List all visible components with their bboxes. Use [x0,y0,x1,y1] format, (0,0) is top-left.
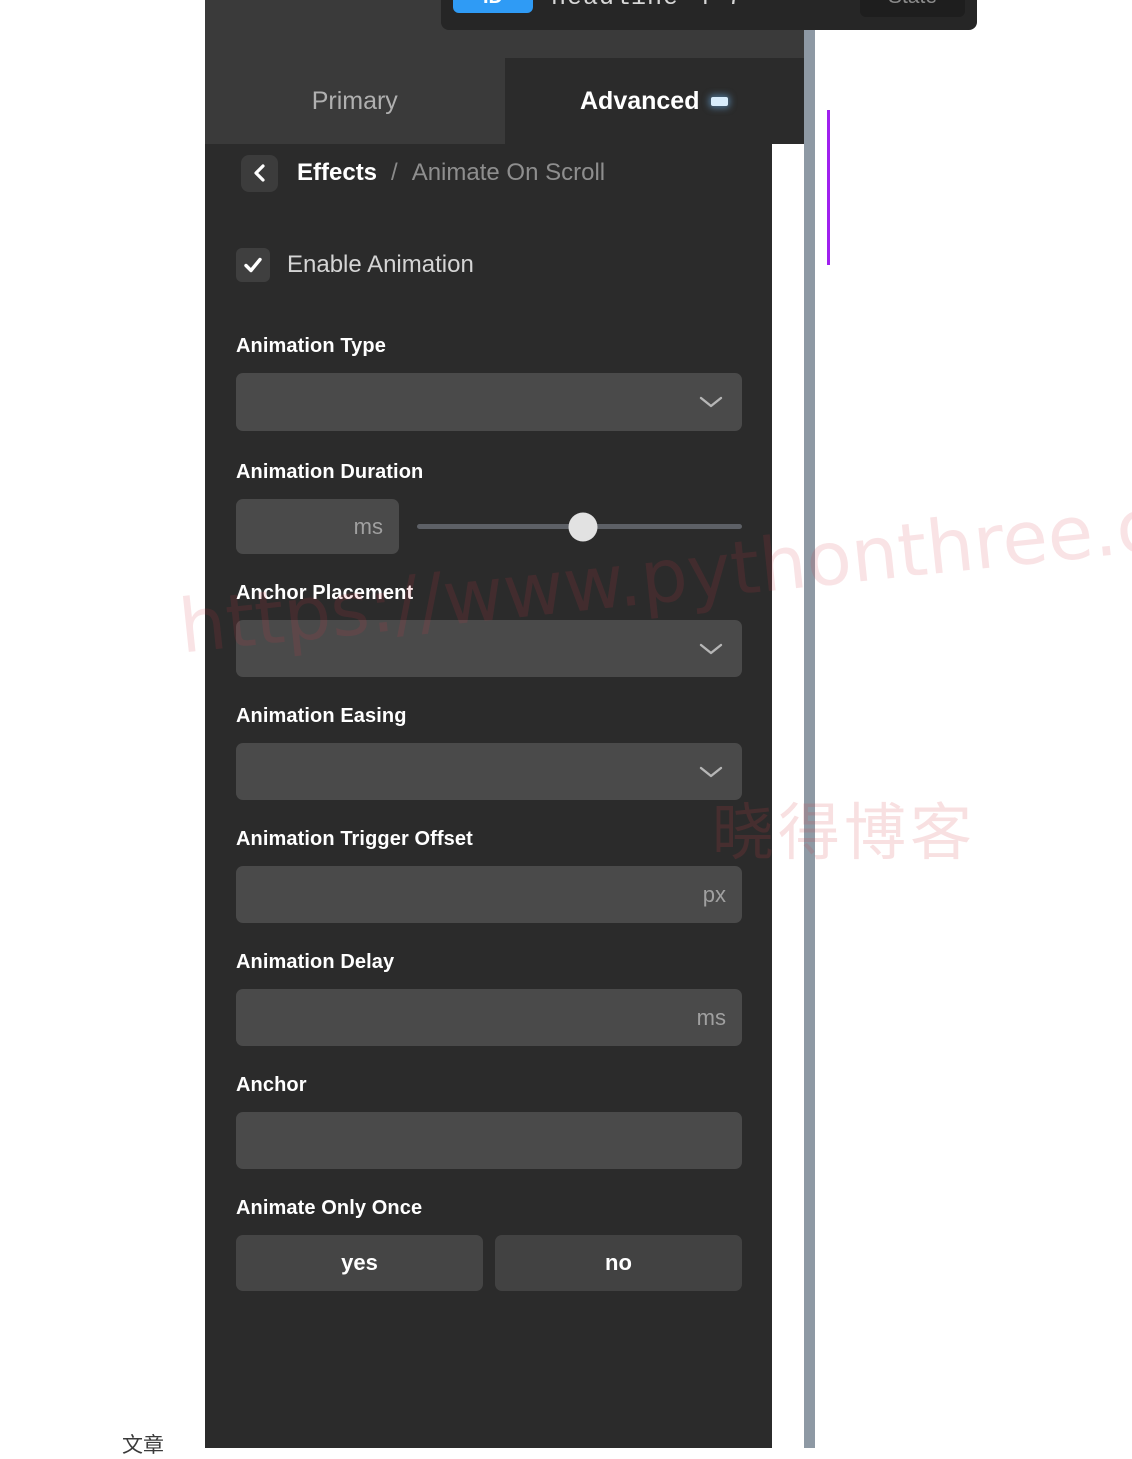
animate-only-once-choice-group: yes no [236,1235,742,1291]
field-animation-delay: Animation Delay ms [236,951,742,1046]
field-animation-trigger-offset: Animation Trigger Offset px [236,828,742,923]
canvas-left-gutter [0,0,205,1448]
animation-duration-label: Animation Duration [236,461,424,483]
animation-delay-label: Animation Delay [236,951,395,973]
animation-delay-input[interactable]: ms [236,989,742,1046]
animation-easing-label: Animation Easing [236,705,407,727]
animate-on-scroll-form: Enable Animation Animation Type Animatio… [236,248,742,1311]
animate-only-once-yes-button[interactable]: yes [236,1235,483,1291]
check-icon[interactable] [236,248,270,282]
widget-header-bar: ID headline 4 7 State [205,0,977,58]
animation-duration-row: ms [236,499,742,554]
field-animation-easing: Animation Easing [236,705,742,800]
animation-trigger-offset-unit: px [702,881,726,907]
field-anchor: Anchor [236,1074,742,1169]
field-animation-type: Animation Type [236,335,742,431]
settings-tabs: Primary Advanced [205,58,804,144]
animation-trigger-offset-input[interactable]: px [236,866,742,923]
anchor-placement-label: Anchor Placement [236,582,414,604]
advanced-indicator-badge [711,96,729,106]
animation-duration-input[interactable]: ms [236,499,399,554]
breadcrumb-current-animate-on-scroll: Animate On Scroll [411,159,606,186]
page-text-fragment: 文章 [122,1433,164,1457]
animation-easing-select[interactable] [236,743,742,800]
breadcrumb: Effects / Animate On Scroll [241,152,605,194]
chevron-down-icon [699,643,723,654]
chevron-down-icon [699,396,723,408]
chevron-down-icon [699,766,723,777]
widget-id-badge[interactable]: ID [453,0,533,13]
widget-title: headline 4 7 [551,0,743,12]
tab-primary-label: Primary [311,86,398,115]
widget-state-chip[interactable]: State [860,0,965,17]
animation-duration-unit: ms [353,513,383,539]
tab-advanced[interactable]: Advanced [504,58,804,144]
tab-advanced-label: Advanced [580,86,700,115]
anchor-input[interactable] [236,1112,742,1169]
breadcrumb-parent-effects[interactable]: Effects [297,159,377,187]
animation-type-label: Animation Type [236,335,386,357]
animation-type-select[interactable] [236,373,742,431]
widget-header-card[interactable]: ID headline 4 7 State [441,0,977,30]
animate-only-once-label: Animate Only Once [236,1197,423,1219]
anchor-placement-select[interactable] [236,620,742,677]
slider-thumb[interactable] [568,512,598,541]
field-animate-only-once: Animate Only Once yes no [236,1197,742,1291]
field-animation-duration: Animation Duration ms [236,461,742,554]
tab-primary[interactable]: Primary [205,58,505,144]
enable-animation-row[interactable]: Enable Animation [236,248,742,282]
editor-scrollbar[interactable] [804,0,815,1448]
animation-delay-unit: ms [696,1004,726,1030]
breadcrumb-separator: / [391,159,398,186]
anchor-label: Anchor [236,1074,307,1096]
animate-only-once-no-button[interactable]: no [495,1235,742,1291]
chevron-left-icon[interactable] [241,154,278,192]
field-anchor-placement: Anchor Placement [236,582,742,677]
canvas-content-page [772,144,802,1448]
animation-trigger-offset-label: Animation Trigger Offset [236,828,473,850]
animation-duration-slider[interactable] [417,512,742,542]
enable-animation-label: Enable Animation [287,251,474,278]
text-caret-indicator [827,110,830,265]
